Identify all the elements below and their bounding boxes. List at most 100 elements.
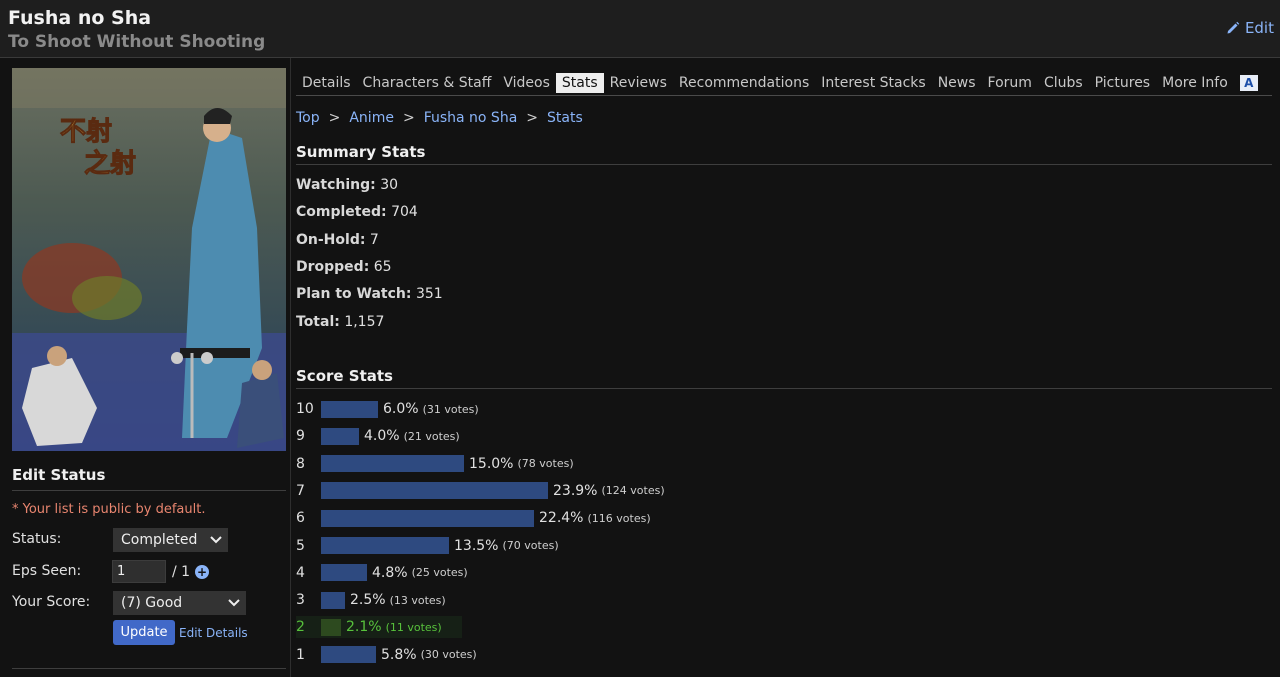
- summary-stats-heading: Summary Stats: [296, 143, 1272, 165]
- breadcrumb-anime[interactable]: Anime: [349, 110, 394, 126]
- cover-artwork: 不射 之射: [12, 68, 286, 451]
- chevron-down-icon: [228, 599, 240, 607]
- page-header: Fusha no Sha To Shoot Without Shooting E…: [0, 0, 1280, 58]
- summary-row-on-hold: On-Hold: 7: [296, 232, 379, 248]
- status-label: Status:: [12, 531, 62, 547]
- score-bar: [321, 591, 345, 609]
- english-title: To Shoot Without Shooting: [8, 32, 266, 52]
- score-bar: [321, 646, 376, 664]
- score-stats-heading: Score Stats: [296, 367, 1272, 389]
- score-bar: [321, 564, 367, 582]
- score-percent: 23.9%: [553, 482, 598, 499]
- score-bar: [321, 509, 534, 527]
- score-percent: 13.5%: [454, 537, 499, 554]
- summary-row-watching: Watching: 30: [296, 177, 398, 193]
- score-votes: (13 votes): [389, 593, 446, 607]
- score-value-label: 2: [296, 619, 305, 636]
- summary-label: Plan to Watch:: [296, 286, 412, 302]
- your-score-label: Your Score:: [12, 594, 91, 610]
- score-row-10: 10 6.0% (31 votes): [296, 398, 896, 420]
- score-percent: 4.0%: [364, 428, 400, 445]
- summary-value: 65: [373, 259, 392, 275]
- breadcrumb-stats[interactable]: Stats: [547, 110, 583, 126]
- tab-reviews[interactable]: Reviews: [604, 73, 673, 93]
- summary-row-completed: Completed: 704: [296, 204, 418, 220]
- score-value-label: 7: [296, 482, 305, 499]
- tab-clubs[interactable]: Clubs: [1038, 73, 1089, 93]
- cover-title-line1: 不射: [60, 117, 112, 147]
- score-value: (7) Good: [121, 595, 183, 611]
- anime-logo-icon[interactable]: A: [1239, 74, 1258, 91]
- tab-characters-staff[interactable]: Characters & Staff: [357, 73, 498, 93]
- left-sidebar: 不射 之射 Edit Status * Your list is public …: [0, 58, 291, 677]
- tab-interest-stacks[interactable]: Interest Stacks: [815, 73, 931, 93]
- update-button[interactable]: Update: [113, 620, 175, 645]
- public-list-notice: * Your list is public by default.: [12, 502, 206, 517]
- cover-image[interactable]: 不射 之射: [12, 68, 286, 451]
- breadcrumb-separator: >: [526, 110, 539, 126]
- summary-label: Watching:: [296, 177, 376, 193]
- tab-recommendations[interactable]: Recommendations: [673, 73, 815, 93]
- score-value-label: 6: [296, 510, 305, 527]
- edit-button[interactable]: Edit: [1226, 19, 1274, 37]
- breadcrumb-top[interactable]: Top: [296, 110, 320, 126]
- eps-seen-input[interactable]: [112, 560, 166, 583]
- increment-eps-button[interactable]: +: [195, 565, 209, 579]
- score-votes: (31 votes): [422, 402, 479, 416]
- score-select[interactable]: (7) Good: [113, 591, 246, 615]
- score-percent: 4.8%: [372, 564, 408, 581]
- score-value-label: 8: [296, 455, 305, 472]
- score-percent: 5.8%: [381, 646, 417, 663]
- edit-label: Edit: [1244, 19, 1274, 37]
- tab-news[interactable]: News: [932, 73, 982, 93]
- tab-bar: Details Characters & Staff Videos Stats …: [296, 70, 1272, 96]
- tab-pictures[interactable]: Pictures: [1089, 73, 1156, 93]
- score-row-5: 5 13.5% (70 votes): [296, 535, 896, 557]
- score-percent: 6.0%: [383, 401, 419, 417]
- score-row-4: 4 4.8% (25 votes): [296, 562, 896, 584]
- pencil-icon: [1227, 21, 1240, 34]
- score-value-label: 10: [296, 401, 314, 417]
- summary-value: 351: [415, 286, 443, 302]
- summary-row-total: Total: 1,157: [296, 314, 384, 330]
- divider: [12, 668, 286, 669]
- status-select[interactable]: Completed: [113, 528, 228, 552]
- score-votes: (25 votes): [411, 566, 468, 580]
- score-percent: 15.0%: [469, 455, 514, 472]
- tab-videos[interactable]: Videos: [497, 73, 556, 93]
- score-row-1: 1 5.8% (30 votes): [296, 644, 896, 666]
- score-votes: (70 votes): [502, 539, 559, 552]
- score-row-7: 7 23.9% (124 votes): [296, 480, 896, 502]
- summary-label: Total:: [296, 314, 340, 330]
- summary-value: 704: [391, 204, 418, 220]
- edit-details-link[interactable]: Edit Details: [179, 626, 248, 640]
- score-row-2: 2 2.1% (11 votes): [296, 616, 462, 639]
- summary-value: 1,157: [344, 314, 385, 330]
- score-votes: (78 votes): [517, 457, 574, 471]
- tab-details[interactable]: Details: [296, 73, 357, 93]
- tab-more-info[interactable]: More Info: [1156, 73, 1234, 93]
- summary-label: On-Hold:: [296, 232, 366, 248]
- score-value-label: 1: [296, 646, 305, 663]
- breadcrumb-title[interactable]: Fusha no Sha: [424, 110, 518, 126]
- tab-stats[interactable]: Stats: [555, 72, 604, 93]
- score-value-label: 5: [296, 537, 305, 554]
- score-votes: (116 votes): [587, 511, 651, 525]
- score-bar: [321, 455, 464, 473]
- edit-status-heading: Edit Status: [12, 466, 286, 491]
- breadcrumb: Top > Anime > Fusha no Sha > Stats: [296, 110, 583, 126]
- eps-seen-label: Eps Seen:: [12, 563, 82, 579]
- status-value: Completed: [121, 532, 198, 548]
- score-bar: [321, 482, 548, 500]
- summary-value: 30: [380, 177, 399, 193]
- summary-row-plan-to-watch: Plan to Watch: 351: [296, 286, 443, 302]
- tab-forum[interactable]: Forum: [982, 73, 1038, 93]
- score-percent: 22.4%: [539, 510, 584, 527]
- score-votes: (124 votes): [601, 484, 665, 498]
- anime-title: Fusha no Sha: [8, 7, 152, 29]
- score-bar: [321, 618, 341, 636]
- score-bar: [321, 427, 359, 445]
- breadcrumb-separator: >: [328, 110, 341, 126]
- score-votes: (11 votes): [385, 620, 442, 634]
- score-value-label: 4: [296, 564, 305, 581]
